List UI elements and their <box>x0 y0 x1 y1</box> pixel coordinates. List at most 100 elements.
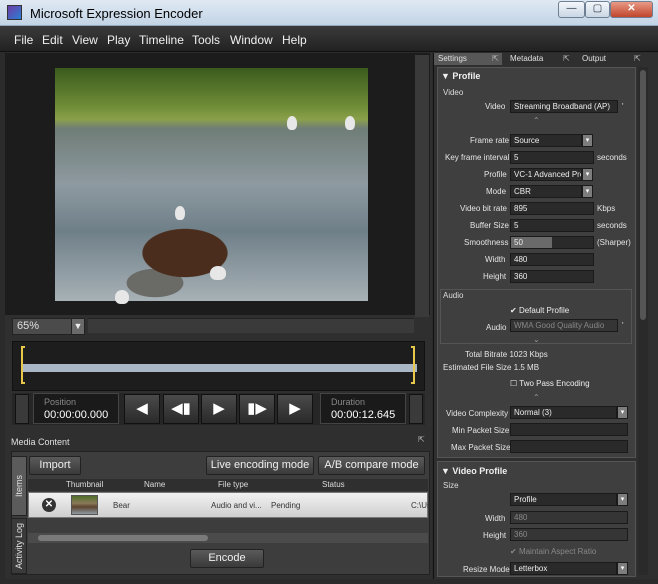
step-back-icon[interactable]: ◀▮ <box>163 394 199 424</box>
window-title: Microsoft Expression Encoder <box>30 6 203 21</box>
timeline-out-marker[interactable] <box>411 346 415 384</box>
max-packet-input[interactable] <box>510 440 628 453</box>
ab-compare-mode-button[interactable]: A/B compare mode <box>318 456 425 475</box>
chevron-up-icon[interactable]: ⌃ <box>533 116 540 125</box>
bitrate-input[interactable]: 895 <box>510 202 594 215</box>
video-profile-title[interactable]: ▼ Video Profile <box>441 466 507 476</box>
close-button[interactable]: ✕ <box>610 1 653 18</box>
bird-shape <box>115 290 129 304</box>
resize-mode-select[interactable]: Letterbox <box>510 562 617 575</box>
smoothness-slider[interactable]: 50 <box>510 236 594 249</box>
bird-shape <box>345 116 355 130</box>
viewer-horizontal-scrollbar[interactable] <box>88 318 414 333</box>
menu-view[interactable]: View <box>72 33 98 47</box>
chevron-down-icon[interactable]: ▾ <box>582 168 593 181</box>
pin-icon[interactable]: ⇱ <box>563 54 570 63</box>
minimize-button[interactable]: — <box>558 1 585 18</box>
chevron-down-icon[interactable]: ▾ <box>617 562 628 575</box>
bird-shape <box>175 206 185 220</box>
height-input[interactable]: 360 <box>510 270 594 283</box>
menu-tools[interactable]: Tools <box>192 33 220 47</box>
encode-button[interactable]: Encode <box>190 549 264 568</box>
complexity-select[interactable]: Normal (3) <box>510 406 617 419</box>
play-icon[interactable]: ▶ <box>201 394 237 424</box>
pin-icon[interactable]: ⇱ <box>634 54 641 63</box>
title-bar: Microsoft Expression Encoder — ▢ ✕ <box>0 0 658 26</box>
tab-metadata[interactable]: Metadata <box>506 53 547 65</box>
min-packet-input[interactable] <box>510 423 628 436</box>
zoom-dropdown-icon[interactable]: ▼ <box>71 318 85 335</box>
chevron-up-icon[interactable]: ⌃ <box>533 393 540 402</box>
width-input[interactable]: 480 <box>510 253 594 266</box>
live-encoding-mode-button[interactable]: Live encoding mode <box>206 456 314 475</box>
step-forward-icon[interactable]: ▮▶ <box>239 394 275 424</box>
column-name[interactable]: Name <box>144 480 165 489</box>
column-status[interactable]: Status <box>322 480 345 489</box>
media-table-header: Thumbnail Name File type Status <box>28 479 428 491</box>
chevron-down-icon[interactable]: ⌄ <box>533 335 540 344</box>
timeline-track[interactable] <box>23 364 417 372</box>
menu-timeline[interactable]: Timeline <box>139 33 184 47</box>
buffer-size-input[interactable]: 5 <box>510 219 594 232</box>
profile-title[interactable]: ▼ Profile <box>441 71 480 81</box>
more-icon[interactable]: ' <box>622 102 624 111</box>
chevron-down-icon[interactable]: ▾ <box>617 406 628 419</box>
vp-width-input[interactable]: 480 <box>510 511 628 524</box>
menu-play[interactable]: Play <box>107 33 130 47</box>
table-row[interactable]: ✕ Bear Audio and vi... Pending C:\Us <box>28 492 431 518</box>
chevron-down-icon[interactable]: ▾ <box>617 493 628 506</box>
maximize-button[interactable]: ▢ <box>585 1 610 18</box>
chevron-down-icon[interactable]: ▾ <box>582 134 593 147</box>
mark-in-button[interactable] <box>15 394 29 424</box>
size-mode-select[interactable]: Profile <box>510 493 617 506</box>
video-profile-select[interactable]: Streaming Broadband (AP) <box>510 100 618 113</box>
pin-icon[interactable]: ⇱ <box>492 54 499 63</box>
mark-out-button[interactable] <box>409 394 423 424</box>
video-label: Video <box>485 102 506 111</box>
menu-file[interactable]: File <box>14 33 33 47</box>
zoom-field[interactable]: 65% <box>12 318 72 335</box>
item-name: Bear <box>113 501 130 510</box>
tab-output[interactable]: Output <box>578 53 610 65</box>
mode-select[interactable]: CBR <box>510 185 582 198</box>
audio-profile-select[interactable]: WMA Good Quality Audio <box>510 319 618 332</box>
video-frame <box>55 68 368 304</box>
codec-profile-select[interactable]: VC-1 Advanced Prof <box>510 168 582 181</box>
bird-shape <box>210 266 226 280</box>
thumbnail-image <box>71 495 98 515</box>
more-icon[interactable]: ' <box>622 321 624 330</box>
key-frame-unit: seconds <box>597 153 627 162</box>
two-pass-checkbox[interactable]: ☐ Two Pass Encoding <box>510 379 590 388</box>
import-button[interactable]: Import <box>29 456 81 475</box>
pin-icon[interactable]: ⇱ <box>418 435 425 444</box>
column-file-type[interactable]: File type <box>218 480 248 489</box>
key-frame-label: Key frame interval <box>445 153 510 162</box>
frame-rate-select[interactable]: Source <box>510 134 582 147</box>
tab-activity-log[interactable]: Activity Log <box>11 518 27 574</box>
chevron-down-icon[interactable]: ▾ <box>582 185 593 198</box>
menu-help[interactable]: Help <box>282 33 307 47</box>
scrollbar-thumb[interactable] <box>640 70 646 320</box>
key-frame-input[interactable]: 5 <box>510 151 594 164</box>
scrollbar-thumb[interactable] <box>38 535 208 541</box>
tab-items[interactable]: Items <box>11 456 27 516</box>
bitrate-label: Video bit rate <box>460 204 507 213</box>
previous-frame-icon[interactable]: ◀ <box>124 394 160 424</box>
panel-vertical-scrollbar[interactable] <box>638 67 648 575</box>
vp-height-input[interactable]: 360 <box>510 528 628 541</box>
media-content-header: Media Content ⇱ <box>5 434 430 450</box>
media-horizontal-scrollbar[interactable] <box>28 533 428 543</box>
estimated-file-size: Estimated File Size 1.5 MB <box>443 363 540 372</box>
menu-edit[interactable]: Edit <box>42 33 63 47</box>
maintain-aspect-checkbox[interactable]: ✔ Maintain Aspect Ratio <box>510 547 596 556</box>
default-profile-checkbox[interactable]: ✔ Default Profile <box>510 306 569 315</box>
column-thumbnail[interactable]: Thumbnail <box>66 480 103 489</box>
vp-width-label: Width <box>485 514 506 523</box>
timeline-in-marker[interactable] <box>21 346 25 384</box>
next-frame-icon[interactable]: ▶ <box>277 394 313 424</box>
smoothness-label: Smoothness <box>464 238 509 247</box>
remove-item-icon[interactable]: ✕ <box>42 498 56 512</box>
timeline[interactable] <box>12 341 425 391</box>
menu-window[interactable]: Window <box>230 33 273 47</box>
viewer-vertical-scrollbar[interactable] <box>415 55 429 317</box>
